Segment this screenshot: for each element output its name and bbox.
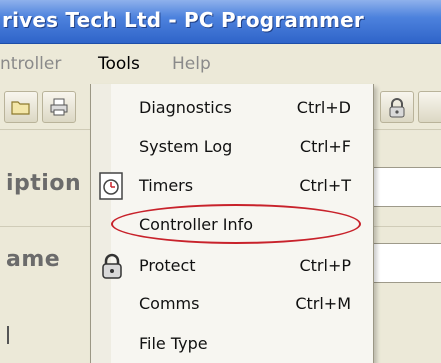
menu-item-file-type[interactable]: File Type (91, 326, 375, 362)
menu-controller[interactable]: ntroller (0, 54, 61, 74)
folder-icon (11, 101, 30, 115)
tools-menu: Diagnostics Ctrl+D System Log Ctrl+F Tim… (90, 84, 374, 363)
toolbar-protect-button[interactable] (380, 91, 414, 123)
menu-item-label: Diagnostics (139, 98, 232, 117)
menu-bar: ntroller Tools Help (0, 44, 441, 84)
menu-item-label: Comms (139, 294, 200, 313)
toolbar-extra-button[interactable] (418, 91, 441, 123)
form-marker (7, 326, 9, 344)
timer-icon (99, 172, 123, 204)
menu-tools[interactable]: Tools (98, 54, 140, 74)
menu-help[interactable]: Help (172, 54, 211, 74)
description-input[interactable] (373, 167, 441, 207)
description-label: iption (6, 171, 82, 196)
menu-item-comms[interactable]: Comms Ctrl+M (91, 286, 375, 322)
title-bar: rives Tech Ltd - PC Programmer (0, 0, 441, 44)
menu-item-timers[interactable]: Timers Ctrl+T (91, 168, 375, 204)
highlight-ellipse (111, 204, 361, 244)
menu-item-protect[interactable]: Protect Ctrl+P (91, 248, 375, 284)
window-title: rives Tech Ltd - PC Programmer (2, 8, 364, 32)
menu-item-label: System Log (139, 137, 233, 156)
menu-item-label: Timers (139, 176, 194, 195)
menu-item-shortcut: Ctrl+M (295, 294, 351, 313)
toolbar-print-button[interactable] (42, 91, 76, 123)
name-input[interactable] (373, 243, 441, 283)
menu-item-label: File Type (139, 334, 208, 353)
menu-item-shortcut: Ctrl+D (296, 98, 351, 117)
menu-item-shortcut: Ctrl+P (299, 256, 351, 275)
padlock-icon (389, 98, 405, 118)
menu-item-shortcut: Ctrl+T (299, 176, 351, 195)
menu-item-label: Protect (139, 256, 196, 275)
padlock-icon (99, 252, 125, 284)
menu-item-diagnostics[interactable]: Diagnostics Ctrl+D (91, 90, 375, 126)
menu-item-system-log[interactable]: System Log Ctrl+F (91, 129, 375, 165)
name-label: ame (6, 247, 61, 272)
menu-item-shortcut: Ctrl+F (299, 137, 351, 156)
printer-icon (50, 98, 68, 116)
toolbar-open-button[interactable] (4, 91, 38, 123)
